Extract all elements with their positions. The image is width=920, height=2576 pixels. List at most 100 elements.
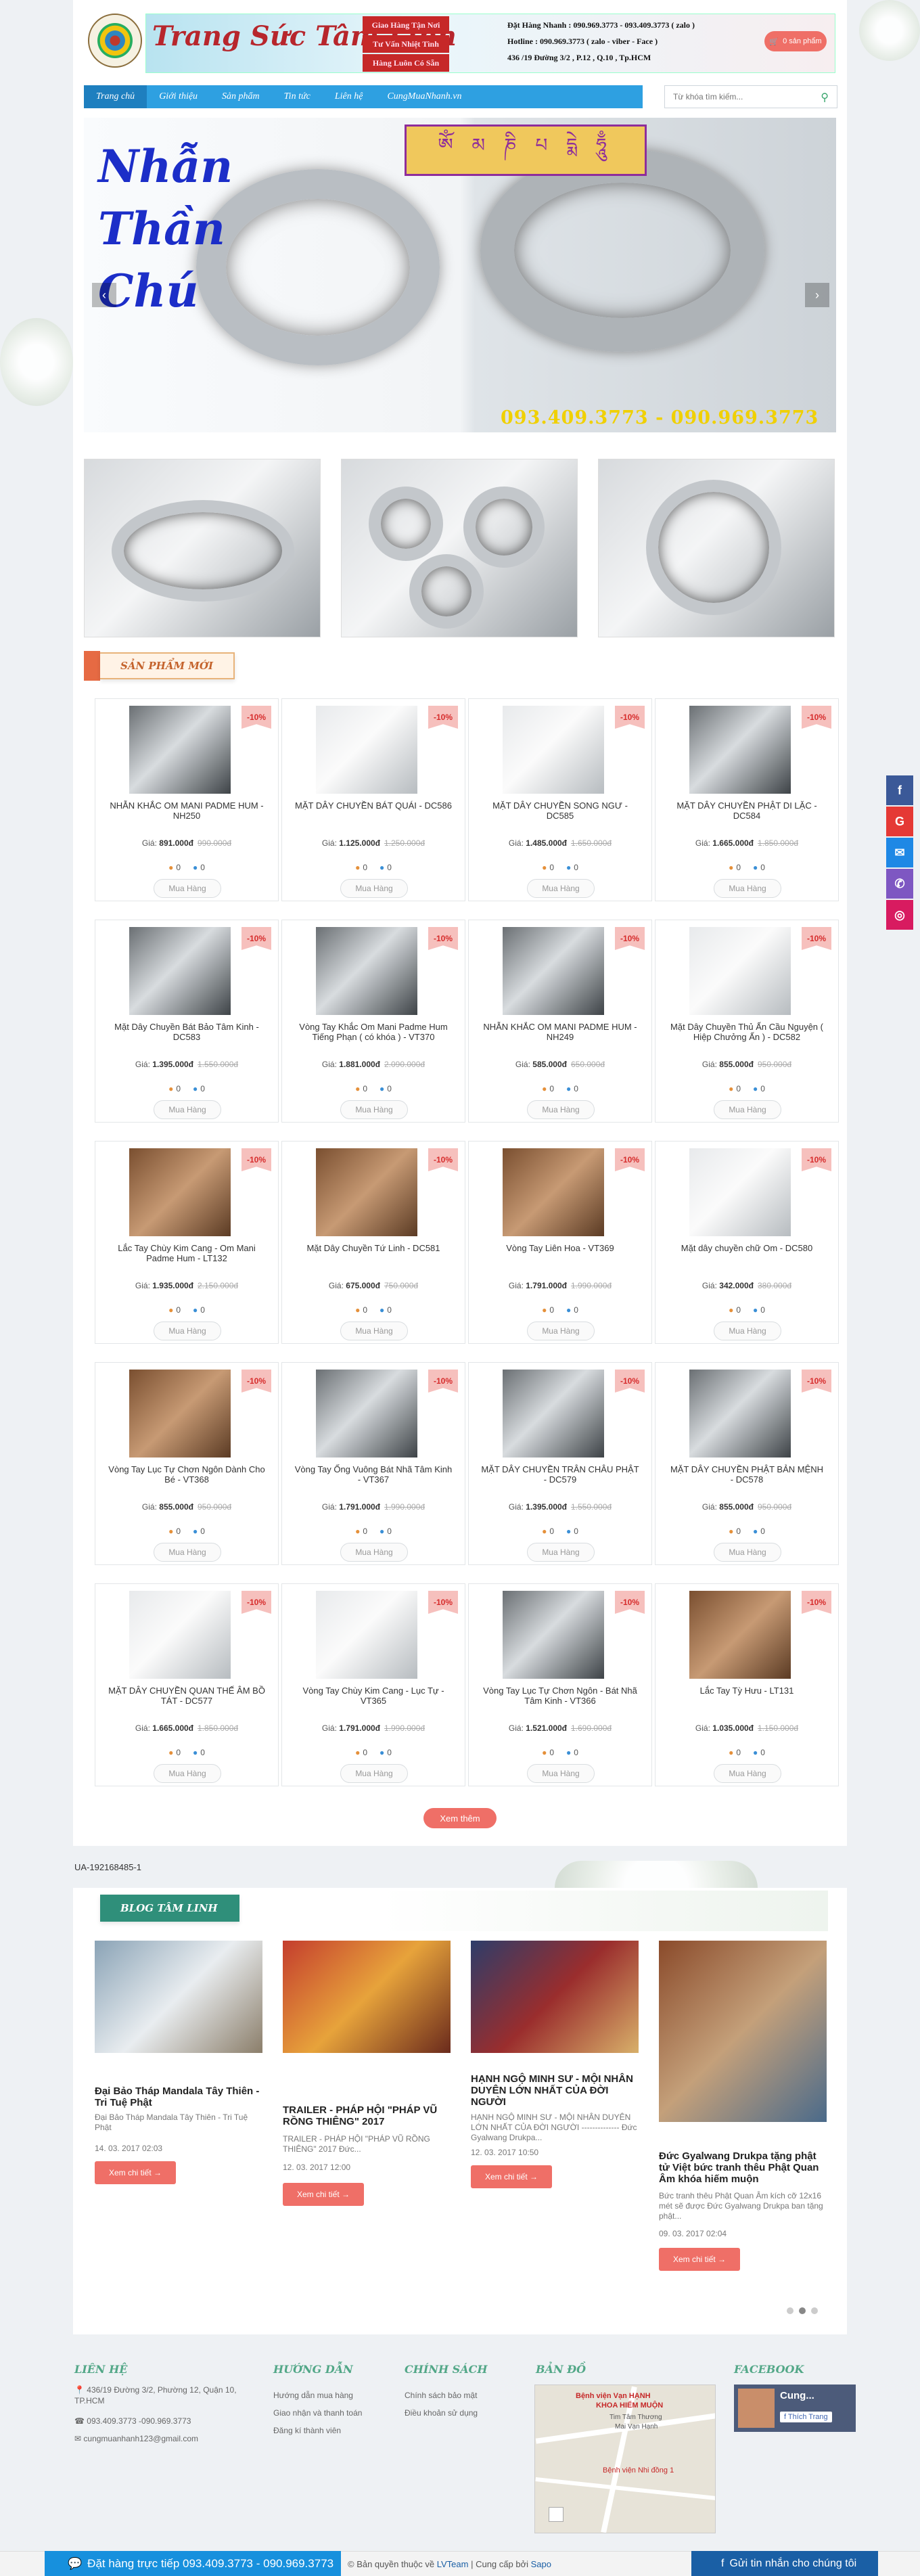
search-icon[interactable]: ⚲: [821, 91, 829, 104]
buy-button[interactable]: Mua Hàng: [154, 1764, 221, 1783]
product-image[interactable]: [316, 1591, 417, 1679]
product-image[interactable]: [316, 1370, 417, 1458]
product-card[interactable]: -10% Mặt Dây Chuyền Thủ Ấn Cầu Nguyện ( H…: [655, 920, 839, 1123]
product-card[interactable]: -10% MẶT DÂY CHUYỀN BÁT QUÁI - DC586 Giá: …: [281, 698, 465, 901]
product-image[interactable]: [689, 1591, 791, 1679]
product-image[interactable]: [129, 706, 231, 794]
blog-post-title[interactable]: Đại Bảo Tháp Mandala Tây Thiên - Tri Tuệ…: [95, 2085, 262, 2108]
product-card[interactable]: -10% NHẪN KHẮC OM MANI PADME HUM - NH249 G…: [468, 920, 652, 1123]
footer-email-text[interactable]: cungmuanhanh123@gmail.com: [83, 2434, 198, 2443]
product-image[interactable]: [129, 1148, 231, 1236]
buy-button[interactable]: Mua Hàng: [527, 1543, 595, 1562]
footer-link[interactable]: Chính sách bảo mật: [405, 2390, 477, 2401]
product-name[interactable]: Vòng Tay Ống Vuông Bát Nhã Tâm Kinh - VT…: [294, 1464, 453, 1486]
location-map[interactable]: Bệnh viện Vạn HẠNH KHOA HIẾM MUỘN Tim Tâ…: [534, 2385, 716, 2533]
product-card[interactable]: -10% Vòng Tay Khắc Om Mani Padme Hum Tiến…: [281, 920, 465, 1123]
nav-contact[interactable]: Liên hệ: [323, 85, 375, 108]
promo-banner[interactable]: [598, 459, 835, 637]
product-name[interactable]: Mặt dây chuyền chữ Om - DC580: [668, 1243, 826, 1265]
carousel-dot[interactable]: [799, 2307, 806, 2314]
messenger-icon[interactable]: ✉: [886, 838, 913, 867]
buy-button[interactable]: Mua Hàng: [714, 879, 781, 898]
product-name[interactable]: MẶT DÂY CHUYỀN PHẬT BẢN MỆNH - DC578: [668, 1464, 826, 1486]
site-logo[interactable]: [88, 14, 142, 68]
nav-home[interactable]: Trang chủ: [84, 85, 147, 108]
carousel-dot[interactable]: [787, 2307, 794, 2314]
blog-post-title[interactable]: HẠNH NGỘ MINH SƯ - MỘI NHÂN DUYÊN LỚN NH…: [471, 2073, 639, 2108]
slider-prev-arrow-icon[interactable]: ‹: [92, 283, 116, 307]
product-image[interactable]: [503, 1370, 604, 1458]
product-card[interactable]: -10% Vòng Tay Chùy Kim Cang - Lục Tự - VT…: [281, 1583, 465, 1786]
team-link[interactable]: LVTeam: [437, 2559, 469, 2569]
facebook-share-icon[interactable]: f: [886, 775, 913, 805]
buy-button[interactable]: Mua Hàng: [714, 1764, 781, 1783]
product-name[interactable]: Mặt Dây Chuyền Thủ Ấn Cầu Nguyện ( Hiệp …: [668, 1022, 826, 1043]
product-image[interactable]: [503, 1591, 604, 1679]
product-card[interactable]: -10% Lắc Tay Chùy Kim Cang - Om Mani Padm…: [95, 1141, 279, 1344]
footer-link[interactable]: Điều khoản sử dụng: [405, 2408, 478, 2418]
buy-button[interactable]: Mua Hàng: [340, 1764, 408, 1783]
product-card[interactable]: -10% MẶT DÂY CHUYỀN QUAN THẾ ÂM BỒ TÁT - …: [95, 1583, 279, 1786]
blog-image[interactable]: [659, 1941, 827, 2122]
product-name[interactable]: MẶT DÂY CHUYỀN BÁT QUÁI - DC586: [294, 800, 453, 822]
call-order-bar[interactable]: 💬 Đặt hàng trực tiếp 093.409.3773 - 090.9…: [45, 2551, 341, 2576]
product-image[interactable]: [129, 1370, 231, 1458]
nav-products[interactable]: Sản phẩm: [210, 85, 272, 108]
load-more-button[interactable]: Xem thêm: [423, 1808, 497, 1828]
buy-button[interactable]: Mua Hàng: [154, 1321, 221, 1340]
product-image[interactable]: [129, 1591, 231, 1679]
product-name[interactable]: Vòng Tay Lục Tự Chơn Ngôn - Bát Nhã Tâm …: [481, 1686, 639, 1707]
footer-link[interactable]: Đăng kí thành viên: [273, 2425, 341, 2436]
product-name[interactable]: MẶT DÂY CHUYỀN PHẬT DI LẶC - DC584: [668, 800, 826, 822]
facebook-page-widget[interactable]: Cung... f Thích Trang: [734, 2385, 856, 2432]
buy-button[interactable]: Mua Hàng: [154, 879, 221, 898]
product-name[interactable]: Mặt Dây Chuyền Tứ Linh - DC581: [294, 1243, 453, 1265]
blog-image[interactable]: [95, 1941, 262, 2053]
product-image[interactable]: [503, 706, 604, 794]
product-image[interactable]: [316, 706, 417, 794]
cart-button[interactable]: 🛒 0 sản phẩm: [764, 31, 827, 51]
buy-button[interactable]: Mua Hàng: [714, 1100, 781, 1119]
product-name[interactable]: Vòng Tay Khắc Om Mani Padme Hum Tiếng Ph…: [294, 1022, 453, 1043]
read-more-button[interactable]: Xem chi tiết →: [471, 2165, 552, 2188]
buy-button[interactable]: Mua Hàng: [154, 1100, 221, 1119]
blog-image[interactable]: [283, 1941, 451, 2053]
promo-banner[interactable]: [84, 459, 321, 637]
product-card[interactable]: -10% NHẪN KHẮC OM MANI PADME HUM - NH250 G…: [95, 698, 279, 901]
product-card[interactable]: -10% MẶT DÂY CHUYỀN PHẬT DI LẶC - DC584 Gi…: [655, 698, 839, 901]
product-name[interactable]: Vòng Tay Lục Tự Chơn Ngôn Dành Cho Bé - …: [108, 1464, 266, 1486]
footer-link[interactable]: Giao nhận và thanh toán: [273, 2408, 362, 2418]
product-card[interactable]: -10% Lắc Tay Tỳ Hưu - LT131 Giá: 1.035.000…: [655, 1583, 839, 1786]
product-image[interactable]: [316, 927, 417, 1015]
product-name[interactable]: Mặt Dây Chuyền Bát Bảo Tâm Kinh - DC583: [108, 1022, 266, 1043]
product-image[interactable]: [129, 927, 231, 1015]
product-name[interactable]: MẶT DÂY CHUYỀN SONG NGƯ - DC585: [481, 800, 639, 822]
product-image[interactable]: [503, 1148, 604, 1236]
product-name[interactable]: Lắc Tay Tỳ Hưu - LT131: [668, 1686, 826, 1707]
buy-button[interactable]: Mua Hàng: [714, 1321, 781, 1340]
buy-button[interactable]: Mua Hàng: [340, 1321, 408, 1340]
slider-next-arrow-icon[interactable]: ›: [805, 283, 829, 307]
product-card[interactable]: -10% Vòng Tay Ống Vuông Bát Nhã Tâm Kinh …: [281, 1362, 465, 1565]
nav-news[interactable]: Tin tức: [272, 85, 323, 108]
product-image[interactable]: [316, 1148, 417, 1236]
read-more-button[interactable]: Xem chi tiết →: [283, 2183, 364, 2206]
buy-button[interactable]: Mua Hàng: [714, 1543, 781, 1562]
message-us-bar[interactable]: f Gửi tin nhắn cho chúng tôi: [691, 2551, 878, 2576]
buy-button[interactable]: Mua Hàng: [527, 879, 595, 898]
buy-button[interactable]: Mua Hàng: [527, 1100, 595, 1119]
nav-about[interactable]: Giới thiệu: [147, 85, 210, 108]
blog-image[interactable]: [471, 1941, 639, 2053]
search-input[interactable]: [665, 86, 807, 108]
promo-banner[interactable]: [341, 459, 578, 637]
buy-button[interactable]: Mua Hàng: [527, 1321, 595, 1340]
provider-link[interactable]: Sapo: [531, 2559, 551, 2569]
product-image[interactable]: [689, 927, 791, 1015]
instagram-icon[interactable]: ◎: [886, 900, 913, 930]
product-name[interactable]: Lắc Tay Chùy Kim Cang - Om Mani Padme Hu…: [108, 1243, 266, 1265]
read-more-button[interactable]: Xem chi tiết →: [659, 2248, 740, 2271]
blog-post-title[interactable]: TRAILER - PHÁP HỘI "PHÁP VŨ RỒNG THIÊNG"…: [283, 2104, 451, 2127]
product-card[interactable]: -10% Vòng Tay Lục Tự Chơn Ngôn Dành Cho B…: [95, 1362, 279, 1565]
product-card[interactable]: -10% Mặt dây chuyền chữ Om - DC580 Giá: 34…: [655, 1141, 839, 1344]
nav-cungmuanhanh[interactable]: CungMuaNhanh.vn: [375, 85, 474, 108]
